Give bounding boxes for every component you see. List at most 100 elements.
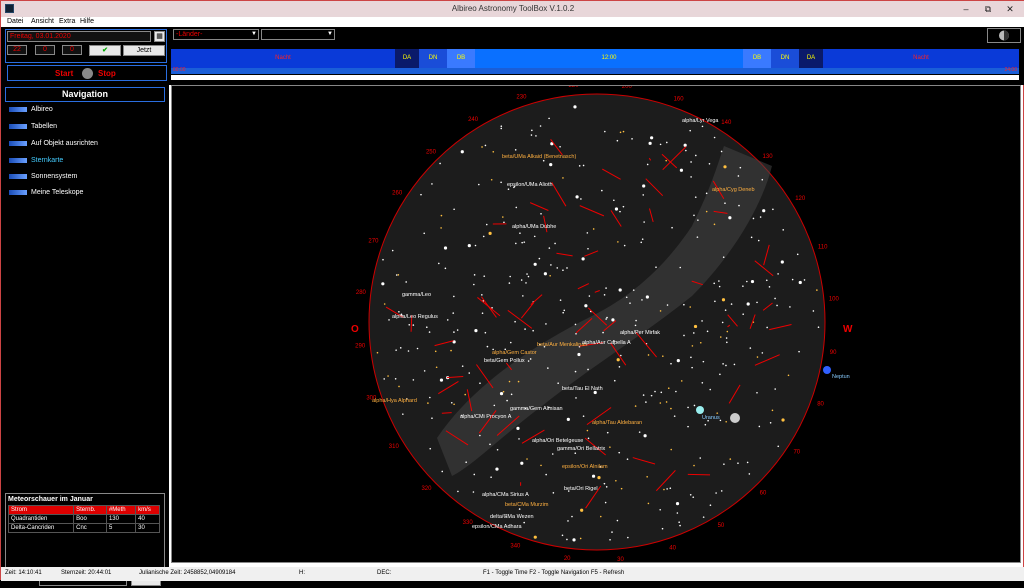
arrow-icon: [9, 174, 27, 179]
star: [762, 209, 765, 212]
star: [766, 279, 768, 281]
star-label[interactable]: alpha/Tau Aldebaran: [592, 420, 642, 426]
star: [534, 236, 536, 238]
nav-item-sonnensystem[interactable]: Sonnensystem: [9, 172, 77, 181]
calendar-icon[interactable]: ▦: [154, 31, 165, 42]
star-label[interactable]: alpha/Leo Regulus: [392, 314, 438, 320]
star-label[interactable]: epsilon/CMa Adhara: [472, 524, 522, 530]
city-select[interactable]: ▼: [261, 29, 335, 40]
star-label[interactable]: beta/Aur Menkalinan: [537, 342, 587, 348]
star: [482, 312, 484, 314]
star: [479, 382, 481, 384]
star-label[interactable]: alpha/CMa Sirius A: [482, 492, 529, 498]
star-label[interactable]: gamma/Ori Bellatrix: [557, 446, 606, 452]
star: [559, 146, 561, 148]
time-ruler[interactable]: 00:00 24:00: [171, 68, 1019, 74]
nav-item-tabellen[interactable]: Tabellen: [9, 122, 57, 131]
neptune-icon[interactable]: [823, 366, 831, 374]
star-label[interactable]: alpha/UMa Dubhe: [512, 224, 556, 230]
star: [646, 295, 649, 298]
sky-chart[interactable]: 1601401301201101009080706050403020340330…: [172, 86, 1022, 564]
star: [468, 372, 470, 374]
sky-map[interactable]: 1601401301201101009080706050403020340330…: [171, 85, 1021, 563]
star: [660, 310, 662, 312]
star-label[interactable]: alpha/Gem Castor: [492, 350, 537, 356]
menu-ansicht[interactable]: Ansicht: [31, 18, 54, 25]
nav-item-auf-objekt[interactable]: Auf Objekt ausrichten: [9, 139, 98, 148]
moon-icon: [988, 29, 1020, 42]
star-label[interactable]: delta/CMa Wezen: [490, 514, 534, 520]
star-label[interactable]: epsilon/Ori Alnilam: [562, 464, 608, 470]
star-label[interactable]: alpha/Ori Betelgeuse: [532, 438, 583, 444]
star-label[interactable]: alpha/Per Mirfak: [620, 330, 660, 336]
star: [709, 389, 711, 391]
star: [408, 324, 410, 326]
second-spinner[interactable]: 0: [62, 45, 82, 55]
date-field[interactable]: Freitag, 03.01.2020: [7, 31, 151, 42]
star: [503, 222, 505, 224]
star: [592, 475, 595, 478]
menu-extra[interactable]: Extra: [59, 18, 75, 25]
star: [660, 402, 662, 404]
star-label[interactable]: beta/CMa Murzim: [505, 502, 549, 508]
nav-item-albireo[interactable]: Albireo: [9, 105, 53, 114]
stop-button[interactable]: Stop: [98, 69, 116, 78]
star: [577, 353, 580, 356]
star: [464, 394, 466, 396]
star-label[interactable]: alpha/Aur Capella A: [582, 340, 631, 346]
table-cell: Delta-Cancriden: [9, 524, 74, 533]
app-window: Albireo Astronomy ToolBox V.1.0.2 – ⧉ ✕ …: [0, 0, 1024, 580]
close-button[interactable]: ✕: [995, 1, 1024, 17]
table-row[interactable]: Quadrantiden Boo 130 40: [9, 515, 160, 524]
nav-item-sternkarte[interactable]: Sternkarte: [9, 156, 63, 165]
star: [734, 364, 736, 366]
star-label[interactable]: gamma/Leo: [402, 292, 431, 298]
confirm-check-button[interactable]: ✔: [89, 45, 121, 56]
star-label[interactable]: alpha/Hya Alphard: [372, 398, 417, 404]
menu-hilfe[interactable]: Hilfe: [80, 18, 94, 25]
star: [782, 229, 784, 231]
star: [714, 137, 716, 139]
star: [611, 531, 613, 533]
moon-phase-box: [987, 28, 1021, 43]
minute-spinner[interactable]: 0: [35, 45, 55, 55]
star: [532, 330, 534, 332]
star-label[interactable]: alpha/Cyg Deneb: [712, 187, 755, 193]
hour-spinner[interactable]: 22: [7, 45, 27, 55]
country-select[interactable]: -Länder-▼: [173, 29, 259, 40]
toggle-knob-icon[interactable]: [82, 68, 93, 79]
star-label[interactable]: beta/Gem Pollux: [484, 358, 525, 364]
star: [681, 380, 683, 382]
star-label[interactable]: beta/UMa Alkaid (Benetnasch): [502, 154, 576, 160]
timeline-db: DB: [447, 49, 475, 68]
azimuth-label: 100: [829, 297, 840, 303]
top-panel: -Länder-▼ ▼ Nacht DA DN DB 12:00 DB DN D…: [169, 27, 1024, 85]
azimuth-label: 30: [617, 557, 624, 563]
moon-icon[interactable]: [730, 413, 740, 423]
now-button[interactable]: Jetzt: [123, 45, 165, 56]
star: [593, 228, 595, 230]
azimuth-label: 70: [793, 449, 800, 455]
star-label[interactable]: alpha/Lyr Vega: [682, 118, 719, 124]
star: [788, 374, 790, 376]
star-label[interactable]: beta/Ori Rigel: [564, 486, 598, 492]
day-timeline[interactable]: Nacht DA DN DB 12:00 DB DN DA Nacht: [171, 49, 1019, 68]
table-row[interactable]: Delta-Cancriden Cnc 5 30: [9, 524, 160, 533]
star: [626, 296, 628, 298]
star-label[interactable]: gamma/Gem Almisan: [510, 406, 563, 412]
meteor-title: Meteorschauer im Januar: [6, 494, 164, 505]
star-label[interactable]: alpha/CMi Procyon A: [460, 414, 512, 420]
star: [662, 528, 664, 530]
star: [683, 304, 685, 306]
start-button[interactable]: Start: [55, 69, 73, 78]
star: [447, 319, 449, 321]
azimuth-label: 260: [392, 191, 403, 197]
uranus-icon[interactable]: [696, 406, 704, 414]
star-label[interactable]: beta/Tau El Nath: [562, 386, 603, 392]
star: [511, 394, 513, 396]
star: [429, 397, 431, 399]
menu-datei[interactable]: Datei: [7, 18, 23, 25]
nav-item-teleskope[interactable]: Meine Teleskope: [9, 188, 83, 197]
star: [604, 131, 606, 133]
star-label[interactable]: epsilon/UMa Alioth: [507, 182, 553, 188]
